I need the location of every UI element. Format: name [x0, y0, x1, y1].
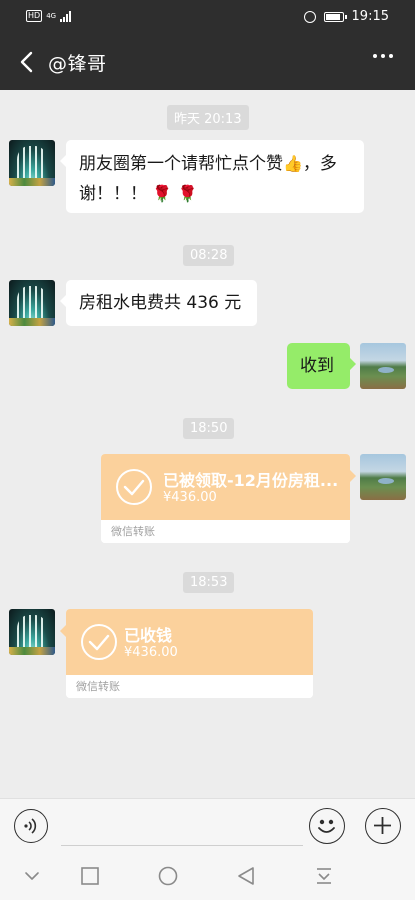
transfer-footer: 微信转账 — [101, 520, 350, 543]
rose-icon: 🌹 — [177, 184, 198, 203]
chat-header: @锋哥 — [0, 34, 415, 90]
transfer-card[interactable]: 已收钱 ¥436.00 微信转账 — [60, 609, 313, 698]
plus-icon — [374, 817, 391, 834]
hd-indicator: HD — [26, 10, 43, 22]
chevron-left-icon[interactable] — [16, 49, 42, 75]
transfer-card-body: 已被领取-12月份房租... ¥436.00 — [101, 454, 350, 520]
network-type: 4G — [46, 12, 57, 20]
signal-icon — [60, 10, 72, 22]
message-text: 房租水电费共 436 元 — [79, 293, 242, 313]
transfer-title: 已被领取-12月份房租... — [163, 471, 339, 490]
transfer-amount: ¥436.00 — [163, 490, 217, 505]
sent-message-bubble[interactable]: 收到 — [287, 343, 356, 389]
my-avatar[interactable] — [360, 343, 406, 389]
transfer-card-body: 已收钱 ¥436.00 — [66, 609, 313, 675]
my-avatar[interactable] — [360, 454, 406, 500]
voice-icon — [24, 818, 37, 834]
received-message-bubble[interactable]: 房租水电费共 436 元 — [60, 280, 257, 326]
back-icon[interactable] — [236, 866, 256, 886]
timestamp: 昨天 20:13 — [167, 105, 249, 130]
status-time: 19:15 — [351, 9, 389, 24]
rose-icon: 🌹 — [152, 184, 173, 203]
check-circle-icon — [81, 624, 117, 660]
status-left: HD 4G — [26, 10, 72, 22]
message-text: 朋友圈第一个请帮忙点个赞 — [79, 154, 283, 174]
battery-icon — [323, 11, 347, 22]
input-bar — [0, 798, 415, 853]
status-right: 19:15 — [303, 9, 389, 24]
transfer-title: 已收钱 — [124, 626, 173, 645]
emoji-button[interactable] — [309, 808, 345, 844]
received-message-bubble[interactable]: 朋友圈第一个请帮忙点个赞👍，多 谢！！！ 🌹 🌹 — [60, 140, 364, 213]
collapse-icon[interactable] — [22, 866, 42, 886]
emoji-icon — [318, 819, 335, 833]
home-icon[interactable] — [158, 866, 178, 886]
voice-button[interactable] — [14, 809, 48, 843]
alarm-icon — [303, 10, 316, 23]
recent-apps-icon[interactable] — [80, 866, 100, 886]
timestamp: 08:28 — [183, 245, 235, 266]
transfer-card[interactable]: 已被领取-12月份房租... ¥436.00 微信转账 — [101, 454, 356, 543]
message-text-tail: ，多 — [302, 154, 337, 174]
check-circle-icon — [116, 469, 152, 505]
status-bar: HD 4G 19:15 — [0, 0, 415, 34]
contact-avatar[interactable] — [9, 140, 55, 186]
thumbs-up-icon: 👍 — [283, 154, 303, 173]
transfer-footer: 微信转账 — [66, 675, 313, 698]
contact-avatar[interactable] — [9, 609, 55, 655]
plus-button[interactable] — [365, 808, 401, 844]
contact-avatar[interactable] — [9, 280, 55, 326]
chat-title[interactable]: @锋哥 — [48, 49, 107, 76]
timestamp: 18:53 — [183, 572, 235, 593]
system-nav-bar — [0, 852, 415, 900]
message-text-line2: 谢！！！ — [79, 184, 147, 204]
notification-icon[interactable] — [314, 866, 334, 886]
timestamp: 18:50 — [183, 418, 235, 439]
transfer-amount: ¥436.00 — [124, 645, 178, 660]
more-dots-icon[interactable] — [373, 54, 393, 58]
message-text: 收到 — [300, 356, 334, 376]
message-input[interactable] — [61, 807, 303, 846]
